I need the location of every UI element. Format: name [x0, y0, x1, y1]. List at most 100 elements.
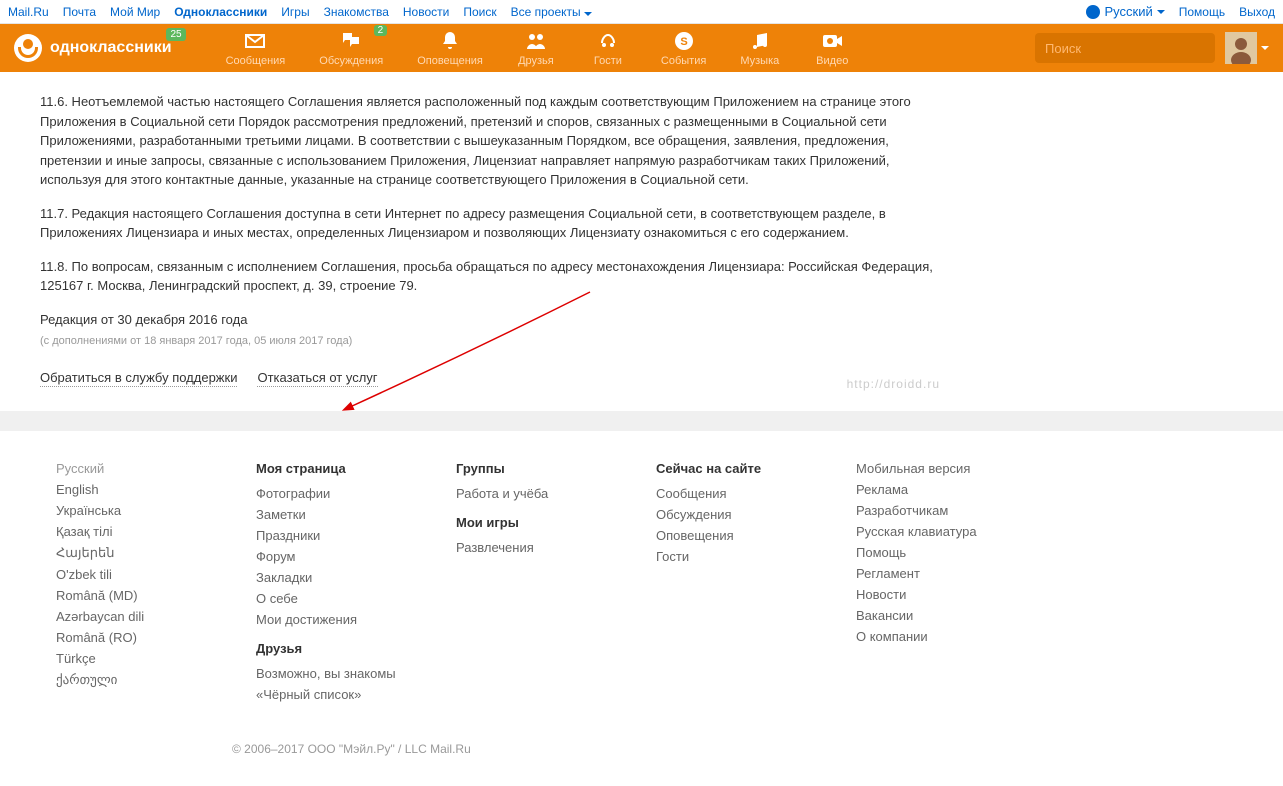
about-link-5[interactable]: Регламент: [856, 566, 996, 581]
guests-icon: [596, 29, 620, 53]
nav-events[interactable]: S События: [647, 27, 720, 69]
nav-chat[interactable]: Обсуждения 2: [305, 27, 397, 69]
nav-friends[interactable]: Друзья: [503, 27, 569, 69]
avatar-icon: [1225, 32, 1257, 64]
about-link-2[interactable]: Разработчикам: [856, 503, 996, 518]
topbar-link-4[interactable]: Игры: [281, 5, 309, 19]
avatar-caret-icon[interactable]: [1261, 46, 1269, 50]
nav-mail[interactable]: Сообщения: [212, 27, 300, 69]
mypage-link-3[interactable]: Форум: [256, 549, 396, 564]
topbar-link-2[interactable]: Мой Мир: [110, 5, 160, 19]
separator: [0, 411, 1283, 431]
nav-label: Обсуждения: [319, 55, 383, 67]
lang-link-5[interactable]: Română (MD): [56, 588, 196, 603]
footer-head-mypage: Моя страница: [256, 461, 396, 476]
about-link-1[interactable]: Реклама: [856, 482, 996, 497]
nav-label: Видео: [816, 55, 848, 67]
caret-down-icon: [1157, 10, 1165, 14]
nav-label: Оповещения: [417, 55, 483, 67]
mypage-link-0[interactable]: Фотографии: [256, 486, 396, 501]
mypage-link-2[interactable]: Праздники: [256, 528, 396, 543]
ok-logo-icon: [14, 34, 42, 62]
user-avatar[interactable]: [1225, 32, 1257, 64]
logo-text: одноклассники: [50, 39, 172, 57]
current-language: Русский: [56, 461, 196, 476]
lang-link-9[interactable]: ქართული: [56, 672, 196, 688]
topbar-link-0[interactable]: Mail.Ru: [8, 5, 49, 19]
lang-link-6[interactable]: Azərbaycan dili: [56, 609, 196, 624]
top-bar-left: Mail.Ru Почта Мой Мир Одноклассники Игры Знак…: [8, 5, 592, 19]
video-icon: [820, 29, 844, 53]
topbar-link-5[interactable]: Знакомства: [324, 5, 389, 19]
help-link[interactable]: Помощь: [1179, 5, 1225, 19]
footer-col-mypage: Моя страница Фотографии Заметки Праздники Фо…: [256, 461, 396, 702]
groups-link-0[interactable]: Работа и учёба: [456, 486, 596, 501]
online-link-0[interactable]: Сообщения: [656, 486, 796, 501]
nav-guests[interactable]: Гости: [575, 27, 641, 69]
footer-col-languages: Русский English Українська Қазақ тілі Հայերե…: [56, 461, 196, 702]
topbar-link-6[interactable]: Новости: [403, 5, 449, 19]
decline-services-link[interactable]: Отказаться от услуг: [257, 370, 377, 387]
nav-music[interactable]: Музыка: [726, 27, 793, 69]
music-icon: [748, 29, 772, 53]
lang-link-2[interactable]: Қазақ тілі: [56, 524, 196, 539]
online-link-3[interactable]: Гости: [656, 549, 796, 564]
nav-badge: 2: [374, 25, 388, 36]
globe-icon: [1086, 5, 1100, 19]
footer-head-friends: Друзья: [256, 641, 396, 656]
mail-icon: [243, 29, 267, 53]
lang-link-7[interactable]: Română (RO): [56, 630, 196, 645]
about-link-4[interactable]: Помощь: [856, 545, 996, 560]
games-link-0[interactable]: Развлечения: [456, 540, 596, 555]
main-nav-bar: одноклассники 25 Сообщения Обсуждения 2 Опо…: [0, 24, 1283, 72]
nav-label: Гости: [594, 55, 622, 67]
copyright: © 2006–2017 ООО "Мэйл.Ру" / LLC Mail.Ru: [0, 732, 1283, 786]
language-selector[interactable]: Русский: [1086, 4, 1164, 19]
svg-text:S: S: [680, 36, 687, 48]
chat-icon: [339, 29, 363, 53]
search-input[interactable]: [1035, 41, 1231, 56]
topbar-link-3[interactable]: Одноклассники: [174, 5, 267, 19]
topbar-link-8[interactable]: Все проекты: [511, 5, 592, 19]
nav-bell[interactable]: Оповещения: [403, 27, 497, 69]
online-link-2[interactable]: Оповещения: [656, 528, 796, 543]
mypage-link-4[interactable]: Закладки: [256, 570, 396, 585]
lang-label: Русский: [1104, 4, 1152, 19]
about-link-7[interactable]: Вакансии: [856, 608, 996, 623]
topbar-link-7[interactable]: Поиск: [463, 5, 496, 19]
mypage-link-5[interactable]: О себе: [256, 591, 396, 606]
revision-date: Редакция от 30 декабря 2016 года: [40, 310, 950, 330]
main-content: 11.6. Неотъемлемой частью настоящего Сог…: [0, 72, 990, 411]
footer-head-games: Мои игры: [456, 515, 596, 530]
paragraph-11-6: 11.6. Неотъемлемой частью настоящего Сог…: [40, 92, 950, 190]
lang-link-1[interactable]: Українська: [56, 503, 196, 518]
lang-link-0[interactable]: English: [56, 482, 196, 497]
mypage-link-6[interactable]: Мои достижения: [256, 612, 396, 627]
about-link-0[interactable]: Мобильная версия: [856, 461, 996, 476]
about-link-3[interactable]: Русская клавиатура: [856, 524, 996, 539]
friends-link-1[interactable]: «Чёрный список»: [256, 687, 396, 702]
top-bar: Mail.Ru Почта Мой Мир Одноклассники Игры Знак…: [0, 0, 1283, 24]
nav-label: Друзья: [518, 55, 554, 67]
events-icon: S: [672, 29, 696, 53]
exit-link[interactable]: Выход: [1239, 5, 1275, 19]
nav-video[interactable]: Видео: [799, 27, 865, 69]
paragraph-11-7: 11.7. Редакция настоящего Соглашения дос…: [40, 204, 950, 243]
footer-head-groups: Группы: [456, 461, 596, 476]
lang-link-4[interactable]: O'zbek tili: [56, 567, 196, 582]
nav-label: События: [661, 55, 706, 67]
footer-col-online: Сейчас на сайтеСообщенияОбсужденияОповещ…: [656, 461, 796, 702]
bell-icon: [438, 29, 462, 53]
friends-link-0[interactable]: Возможно, вы знакомы: [256, 666, 396, 681]
about-link-8[interactable]: О компании: [856, 629, 996, 644]
footer: Русский English Українська Қазақ тілі Հայերե…: [0, 431, 1283, 732]
logo[interactable]: одноклассники 25: [14, 34, 172, 62]
about-link-6[interactable]: Новости: [856, 587, 996, 602]
online-link-1[interactable]: Обсуждения: [656, 507, 796, 522]
lang-link-3[interactable]: Հայերեն: [56, 545, 196, 561]
contact-support-link[interactable]: Обратиться в службу поддержки: [40, 370, 237, 387]
mypage-link-1[interactable]: Заметки: [256, 507, 396, 522]
lang-link-8[interactable]: Türkçe: [56, 651, 196, 666]
top-bar-right: Русский Помощь Выход: [1086, 4, 1275, 19]
topbar-link-1[interactable]: Почта: [63, 5, 96, 19]
